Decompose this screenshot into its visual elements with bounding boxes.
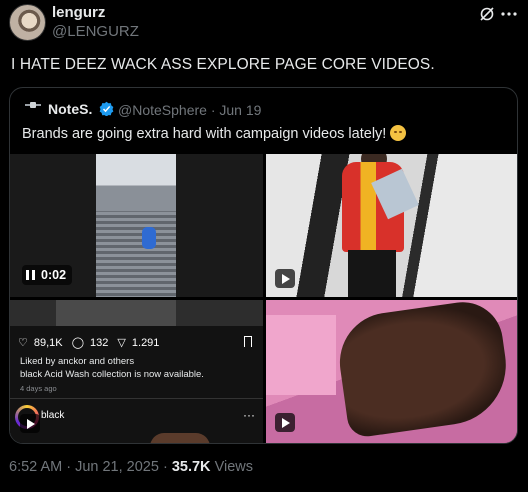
media-video-1[interactable]: 0:02 bbox=[10, 154, 263, 297]
quoted-text: Brands are going extra hard with campaig… bbox=[22, 125, 407, 142]
ig-username: black bbox=[41, 410, 65, 421]
quoted-tweet[interactable]: NoteS. @NoteSphere · Jun 19 Brands are g… bbox=[9, 87, 518, 444]
legs-figure bbox=[348, 250, 396, 297]
timestamp[interactable]: 6:52 AM · Jun 21, 2025 · bbox=[9, 459, 168, 475]
shares-count: 1.291 bbox=[131, 337, 160, 349]
person-figure bbox=[142, 227, 156, 249]
stairs-scene bbox=[96, 154, 176, 297]
views-label: Views bbox=[214, 459, 253, 475]
grimace-emoji-icon bbox=[390, 125, 407, 141]
divider bbox=[10, 398, 263, 399]
heart-icon: ♡ bbox=[18, 337, 28, 349]
media-video-2[interactable] bbox=[266, 154, 517, 297]
quoted-text-content: Brands are going extra hard with campaig… bbox=[22, 126, 387, 142]
notes-logo-icon bbox=[25, 102, 41, 108]
bookmark-icon bbox=[244, 336, 252, 347]
comment-icon: ◯ bbox=[71, 337, 84, 349]
ig-more-icon: ··· bbox=[243, 408, 255, 422]
author-avatar[interactable] bbox=[9, 4, 46, 41]
instagram-post: ♡ 89,1K ◯ 132 ▽ 1.291 Liked by anckor and o… bbox=[10, 300, 263, 443]
pause-icon[interactable] bbox=[26, 270, 35, 280]
post-date: 4 days ago bbox=[20, 384, 57, 393]
tweet-text: I HATE DEEZ WACK ASS EXPLORE PAGE CORE V… bbox=[11, 56, 435, 73]
post-caption: black Acid Wash collection is now availa… bbox=[20, 369, 204, 380]
quoted-display-name[interactable]: NoteS. bbox=[48, 101, 92, 117]
post-actions: ♡ 89,1K ◯ 132 ▽ 1.291 bbox=[18, 336, 165, 349]
video-time: 0:02 bbox=[41, 268, 67, 282]
author-display-name[interactable]: lengurz bbox=[52, 4, 105, 21]
play-icon[interactable] bbox=[275, 269, 295, 288]
bottom-figure bbox=[150, 433, 210, 443]
verified-badge-icon bbox=[99, 101, 114, 116]
tweet-meta: 6:52 AM · Jun 21, 2025 · 35.7K Views bbox=[9, 459, 253, 475]
play-icon[interactable] bbox=[275, 413, 295, 432]
liked-by-text: Liked by anckor and others bbox=[20, 356, 135, 367]
likes-count: 89,1K bbox=[33, 337, 63, 349]
share-icon: ▽ bbox=[117, 337, 126, 349]
play-icon[interactable] bbox=[20, 414, 40, 433]
comments-count: 132 bbox=[90, 337, 109, 349]
pink-fabric bbox=[266, 315, 336, 395]
video-playback-control[interactable]: 0:02 bbox=[22, 265, 73, 285]
author-handle[interactable]: @LENGURZ bbox=[52, 23, 139, 40]
more-options-icon[interactable] bbox=[500, 6, 518, 22]
post-figure bbox=[56, 300, 176, 326]
media-video-3[interactable]: ♡ 89,1K ◯ 132 ▽ 1.291 Liked by anckor and o… bbox=[10, 300, 263, 443]
quoted-handle-date: @NoteSphere · Jun 19 bbox=[118, 102, 262, 118]
views-count: 35.7K bbox=[171, 459, 211, 475]
media-video-4[interactable] bbox=[266, 300, 517, 443]
grok-icon[interactable] bbox=[479, 6, 495, 22]
